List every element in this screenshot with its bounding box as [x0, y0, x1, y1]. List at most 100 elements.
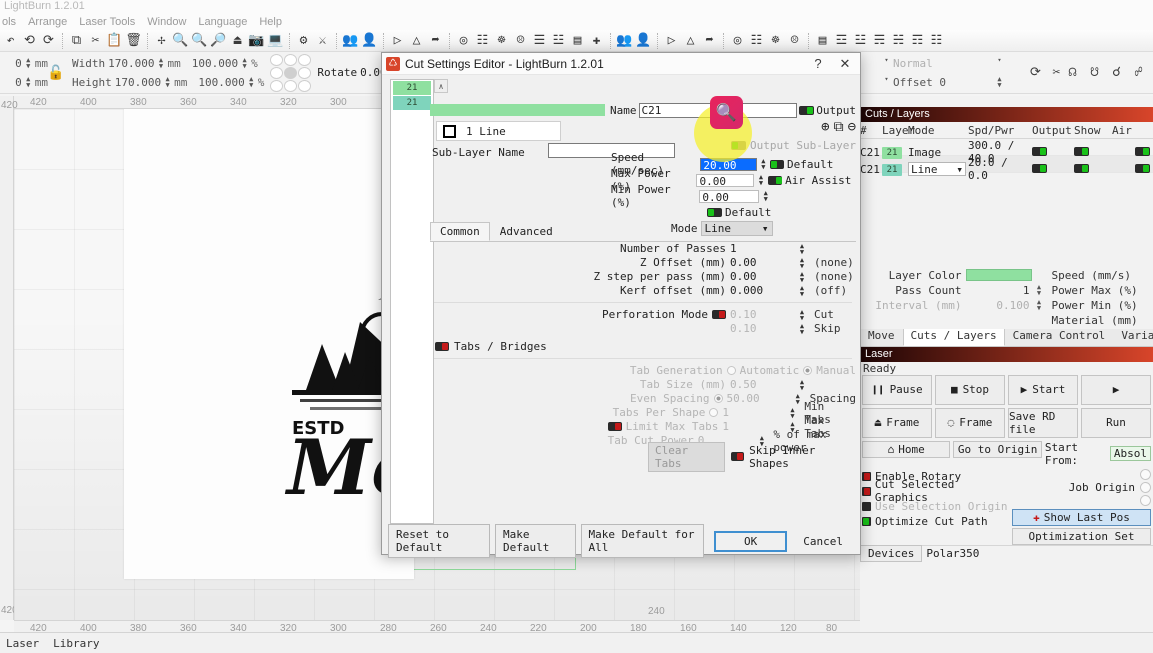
group-icon[interactable]: 👥	[342, 32, 359, 49]
zoom-fit-icon[interactable]: 🔍	[191, 32, 208, 49]
zoom-out-icon[interactable]: 🔎	[210, 32, 227, 49]
normal-dropdown-arrow[interactable]: ▾	[883, 57, 890, 69]
delete-icon[interactable]: 🗑	[125, 32, 142, 49]
row-output-toggle[interactable]	[1032, 146, 1047, 156]
align-top-icon[interactable]: ☷	[748, 32, 765, 49]
anchor-mc[interactable]	[284, 66, 298, 79]
anchor-tr[interactable]	[298, 53, 312, 66]
tab-common[interactable]: Common	[430, 222, 490, 241]
undo-icon[interactable]: ↶	[2, 32, 19, 49]
make-default-for-all-button[interactable]: Make Default for All	[580, 524, 704, 558]
min-power-input[interactable]: 0.00	[699, 189, 759, 204]
distribute-icon[interactable]: ☰	[531, 32, 548, 49]
target-icon[interactable]: ◎	[455, 32, 472, 49]
rotate-icon[interactable]: ➦	[427, 32, 444, 49]
rotate-icon-2[interactable]: ➦	[701, 32, 718, 49]
speed-spinner[interactable]: ▲ ▼	[760, 158, 767, 171]
devices-button[interactable]: Devices	[860, 545, 923, 562]
height-value[interactable]: 170.000	[115, 76, 161, 89]
close-icon[interactable]: ✕	[834, 56, 856, 72]
width-spinner[interactable]: ▲ ▼	[157, 57, 164, 70]
pause-button[interactable]: ❙❙ Pause	[862, 374, 932, 405]
perforation-cut-spinner[interactable]: ▲ ▼	[798, 308, 806, 321]
sublayer-item[interactable]: 21	[393, 96, 431, 110]
ruler-left[interactable]: 420 420	[0, 96, 18, 620]
crosshair-icon[interactable]: ✚	[588, 32, 605, 49]
redo-icon[interactable]: ⟳	[40, 32, 57, 49]
perforation-cut-input[interactable]: 0.10	[730, 308, 798, 321]
align-center-h-icon[interactable]: ☋	[1086, 64, 1103, 81]
stop-button[interactable]: ■ Stop	[935, 374, 1005, 405]
duplicate-icon[interactable]: ⧉	[834, 119, 844, 135]
tabs-per-shape-spinner[interactable]: ▲ ▼	[789, 406, 797, 419]
add-icon[interactable]: ⊕	[821, 119, 829, 135]
width-pct-spinner[interactable]: ▲ ▼	[241, 57, 248, 70]
perforation-skip-input[interactable]: 0.10	[730, 322, 798, 335]
device-name[interactable]: Polar350	[926, 547, 979, 560]
grid-icon[interactable]: ☷	[928, 32, 945, 49]
clear-tabs-button[interactable]: Clear Tabs	[648, 441, 725, 472]
kerf-input[interactable]: 0.000	[730, 284, 798, 297]
tabs-per-shape-input[interactable]: 1	[722, 406, 788, 419]
optimization-settings-button[interactable]: Optimization Set	[1012, 527, 1151, 545]
height-pct-value[interactable]: 100.000	[198, 76, 244, 89]
help-icon[interactable]: ?	[807, 56, 829, 71]
tab-generation-manual-radio[interactable]	[803, 366, 813, 375]
height-spinner[interactable]: ▲ ▼	[164, 76, 171, 89]
passes-spinner[interactable]: ▲ ▼	[798, 242, 806, 255]
min-power-spinner[interactable]: ▲ ▼	[762, 190, 770, 203]
tab-generation-automatic-radio[interactable]	[726, 366, 736, 375]
air-assist-toggle[interactable]	[767, 175, 783, 185]
output-toggle[interactable]	[799, 106, 815, 115]
tab-advanced[interactable]: Advanced	[490, 222, 563, 241]
menu-item-tools[interactable]: ols	[2, 16, 16, 28]
align-top-edge-icon[interactable]: ☌	[1108, 64, 1125, 81]
anchor-tl[interactable]	[270, 53, 284, 66]
camera-icon[interactable]: 📷	[248, 32, 265, 49]
even-spacing-radio[interactable]	[713, 394, 723, 403]
anchor-br[interactable]	[298, 79, 312, 92]
x-spinner[interactable]: ▲ ▼	[25, 57, 32, 70]
flip-horizontal-icon-2[interactable]: ▷	[663, 32, 680, 49]
boolean-intersect-icon[interactable]: ☴	[871, 32, 888, 49]
menu-item-arrange[interactable]: Arrange	[28, 16, 67, 28]
menu-item-language[interactable]: Language	[198, 16, 247, 28]
align-bottom-edge-icon[interactable]: ☍	[1130, 64, 1147, 81]
perforation-skip-spinner[interactable]: ▲ ▼	[798, 322, 806, 335]
boolean-subtract-icon[interactable]: ☳	[852, 32, 869, 49]
cancel-button[interactable]: Cancel	[792, 531, 854, 552]
pass-count-value[interactable]: 1	[966, 284, 1032, 297]
copy-icon[interactable]: ⧉	[68, 32, 85, 49]
job-origin-radio-bot[interactable]	[1140, 494, 1151, 506]
align-center-icon[interactable]: ☸	[493, 32, 510, 49]
line-checkbox[interactable]	[443, 124, 456, 138]
frame-circle-button[interactable]: ◌ Frame	[935, 407, 1005, 438]
optimize-cut-path-checkbox[interactable]: Optimize Cut Path	[862, 514, 1012, 529]
menu-item-help[interactable]: Help	[259, 16, 282, 28]
frame-square-button[interactable]: ⏏ Frame	[862, 407, 932, 438]
height-pct-spinner[interactable]: ▲ ▼	[248, 76, 255, 89]
speed-default-toggle[interactable]	[770, 159, 785, 169]
anchor-point-selector[interactable]	[270, 53, 312, 92]
anchor-ml[interactable]	[270, 66, 284, 79]
settings-gear-icon[interactable]: ⚙	[295, 32, 312, 49]
tabs-bridges-header[interactable]: Tabs / Bridges	[435, 340, 856, 353]
anchor-mr[interactable]	[298, 66, 312, 79]
table-row[interactable]: C21 21 Image 300.0 / 40.0	[860, 139, 1153, 165]
width-pct-value[interactable]: 100.000	[192, 57, 238, 70]
interval-value[interactable]: 0.100	[966, 299, 1032, 312]
rotate-cw-icon[interactable]: ⟳	[1027, 64, 1044, 81]
layer-color-swatch[interactable]	[965, 269, 1032, 281]
sublayer-item[interactable]: 21	[393, 81, 431, 95]
cut-icon[interactable]: ✂	[87, 32, 104, 49]
menu-item-laser-tools[interactable]: Laser Tools	[79, 16, 135, 28]
ungroup-icon[interactable]: 👤	[361, 32, 378, 49]
mirror-icon-2[interactable]: △	[682, 32, 699, 49]
tab-size-input[interactable]: 0.50	[730, 378, 798, 391]
boolean-union-icon[interactable]: ☲	[833, 32, 850, 49]
x-value[interactable]: 0	[15, 57, 22, 70]
array-icon[interactable]: ☶	[909, 32, 926, 49]
unlock-icon[interactable]: 🔓	[47, 61, 64, 85]
target-icon-2[interactable]: ◎	[729, 32, 746, 49]
group-icon-2[interactable]: 👥	[616, 32, 633, 49]
